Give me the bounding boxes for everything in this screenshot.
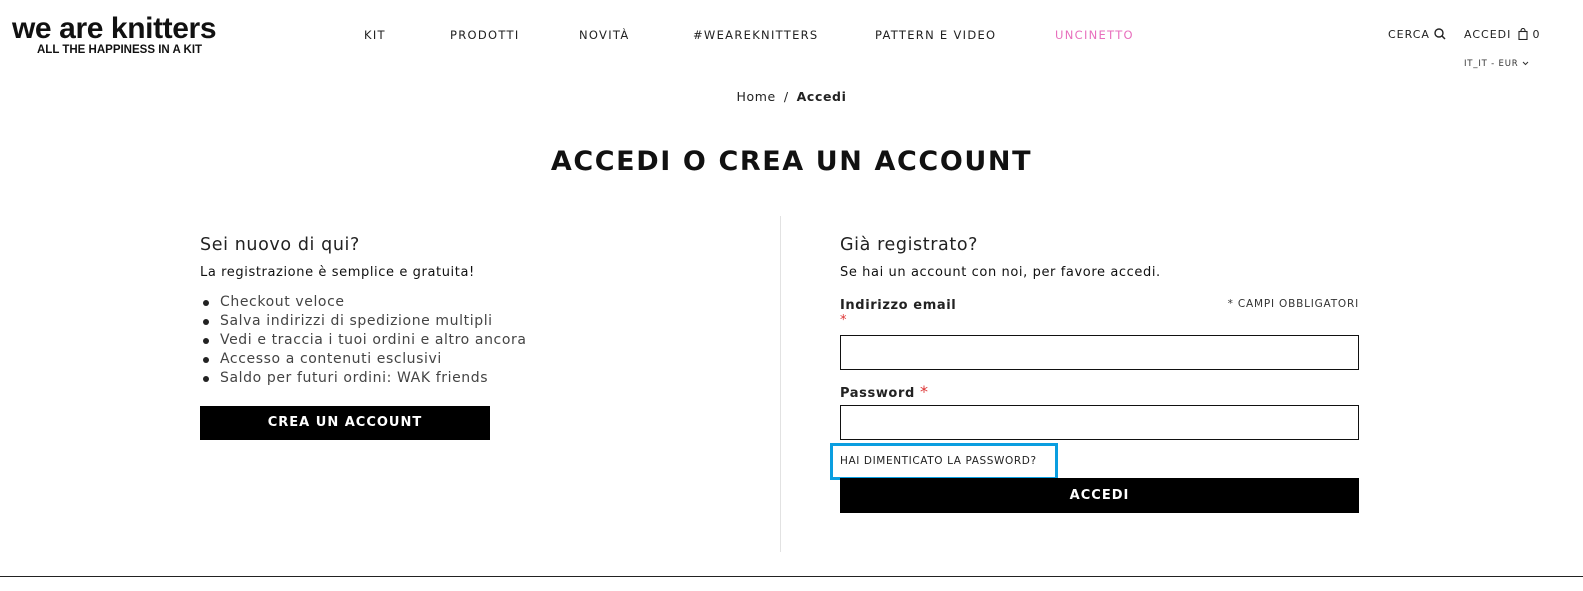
list-item: Accesso a contenuti esclusivi bbox=[200, 350, 760, 369]
new-customer-title: Sei nuovo di qui? bbox=[200, 235, 360, 255]
page-title: ACCEDI O CREA UN ACCOUNT bbox=[550, 146, 1033, 177]
nav-item-kit[interactable]: KIT bbox=[364, 28, 386, 42]
login-section: Già registrato? Se hai un account con no… bbox=[830, 235, 1359, 513]
create-account-button[interactable]: CREA UN ACCOUNT bbox=[200, 406, 490, 440]
password-label-row: Password * bbox=[840, 382, 928, 401]
login-subtitle: Se hai un account con noi, per favore ac… bbox=[840, 265, 1161, 280]
breadcrumb: Home / Accedi bbox=[0, 89, 1583, 104]
breadcrumb-current: Accedi bbox=[796, 89, 847, 104]
list-item: Checkout veloce bbox=[200, 293, 760, 312]
breadcrumb-home[interactable]: Home bbox=[737, 89, 776, 104]
locale-selector[interactable]: IT_IT - EUR bbox=[1464, 59, 1529, 69]
list-item: Saldo per futuri ordini: WAK friends bbox=[200, 369, 760, 388]
cart-count: 0 bbox=[1532, 28, 1541, 41]
email-label-row: Indirizzo email * CAMPI OBBLIGATORI bbox=[840, 294, 1359, 313]
search-label: CERCA bbox=[1388, 28, 1430, 41]
search-link[interactable]: CERCA bbox=[1388, 28, 1446, 41]
password-label: Password bbox=[840, 386, 915, 401]
new-customer-subtitle: La registrazione è semplice e gratuita! bbox=[200, 265, 475, 280]
benefits-list: Checkout veloce Salva indirizzi di spedi… bbox=[200, 293, 760, 388]
required-fields-note: * CAMPI OBBLIGATORI bbox=[1227, 298, 1359, 310]
forgot-password-link[interactable]: HAI DIMENTICATO LA PASSWORD? bbox=[840, 455, 1037, 467]
logo-tagline: ALL THE HAPPINESS IN A KIT bbox=[37, 44, 203, 56]
list-item: Salva indirizzi di spedizione multipli bbox=[200, 312, 760, 331]
email-label: Indirizzo email bbox=[840, 298, 957, 313]
login-submit-button[interactable]: ACCEDI bbox=[840, 478, 1359, 513]
bag-icon bbox=[1518, 28, 1533, 41]
nav-item-weareknitters[interactable]: #WEAREKNITTERS bbox=[693, 28, 819, 42]
cart-link[interactable]: 0 bbox=[1518, 28, 1541, 41]
list-item: Vedi e traccia i tuoi ordini e altro anc… bbox=[200, 331, 760, 350]
nav-item-uncinetto[interactable]: UNCINETTO bbox=[1055, 28, 1134, 42]
footer-divider bbox=[0, 576, 1583, 577]
login-link[interactable]: ACCEDI bbox=[1464, 28, 1511, 41]
nav-item-novita[interactable]: NOVITÀ bbox=[579, 28, 630, 42]
column-divider bbox=[780, 216, 781, 552]
password-required-marker: * bbox=[919, 382, 928, 401]
search-icon bbox=[1434, 28, 1446, 41]
breadcrumb-separator: / bbox=[783, 89, 789, 104]
locale-label: IT_IT - EUR bbox=[1464, 59, 1519, 69]
main-nav: KIT PRODOTTI NOVITÀ #WEAREKNITTERS PATTE… bbox=[0, 28, 1583, 42]
chevron-down-icon bbox=[1522, 59, 1529, 69]
nav-item-prodotti[interactable]: PRODOTTI bbox=[450, 28, 520, 42]
email-field[interactable] bbox=[840, 335, 1359, 370]
password-field[interactable] bbox=[840, 405, 1359, 440]
login-title: Già registrato? bbox=[840, 235, 979, 255]
nav-item-pattern-e-video[interactable]: PATTERN E VIDEO bbox=[875, 28, 996, 42]
email-required-marker: * bbox=[840, 313, 847, 328]
new-customer-section: Sei nuovo di qui? La registrazione è sem… bbox=[200, 235, 760, 440]
